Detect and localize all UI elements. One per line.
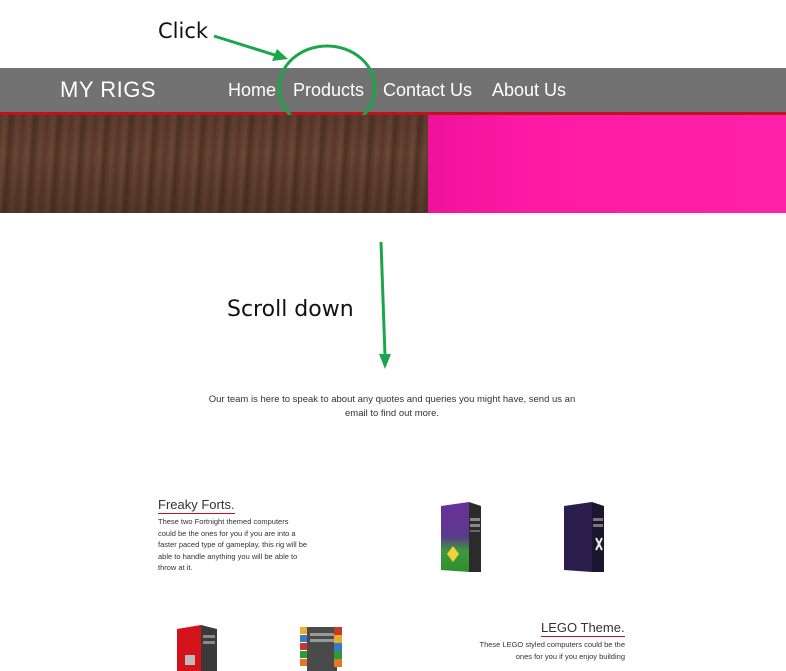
nav-link-contact-us[interactable]: Contact Us (383, 80, 472, 101)
scroll-down-annotation-label: Scroll down (227, 297, 354, 322)
freaky-forts-title: Freaky Forts. (158, 497, 235, 514)
intro-paragraph: Our team is here to speak to about any q… (208, 394, 576, 419)
scroll-down-arrow (379, 241, 391, 369)
hero-pink-panel (428, 115, 786, 213)
nav-link-home[interactable]: Home (228, 80, 276, 101)
lego-theme-description: These LEGO styled computers could be the… (479, 640, 626, 661)
hero-wood-panel (0, 115, 428, 213)
dark-purple-pc-image[interactable] (562, 502, 606, 574)
purple-green-pc-image[interactable] (439, 502, 483, 574)
red-lego-pc-image[interactable] (175, 625, 221, 671)
lego-theme-title: LEGO Theme. (541, 620, 625, 637)
freaky-forts-description: These two Fortnight themed computers cou… (158, 517, 308, 572)
brand-logo-text[interactable]: MY RIGS (60, 77, 156, 103)
multicolor-lego-pc-image[interactable] (298, 625, 344, 671)
hero-banner (0, 115, 786, 213)
nav-link-about-us[interactable]: About Us (492, 80, 566, 101)
top-navbar: MY RIGS Home Products Contact Us About U… (0, 68, 786, 115)
